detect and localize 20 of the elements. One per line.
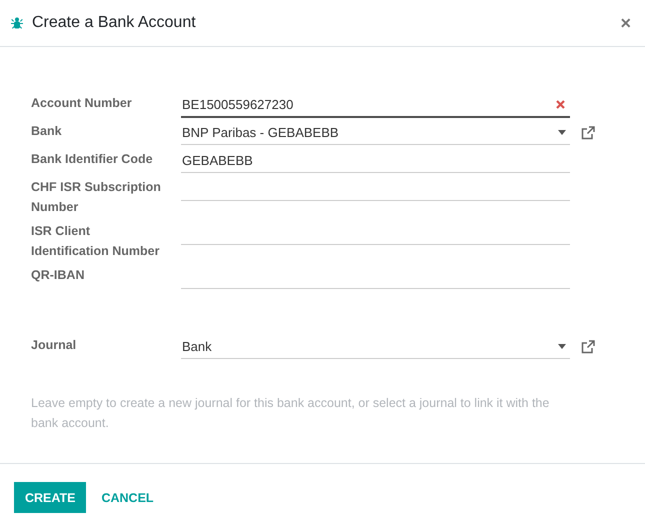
field-label: CHF ISR Subscription Number xyxy=(31,179,162,216)
field-label: Bank Identifier Code xyxy=(31,151,154,168)
caret-icon[interactable] xyxy=(558,344,566,349)
close-button[interactable]: × xyxy=(616,12,635,34)
field-label: QR-IBAN xyxy=(31,267,86,284)
field-label: Account Number xyxy=(31,95,133,112)
external-link-icon[interactable] xyxy=(581,126,595,140)
input-field[interactable]: GEBABEBB xyxy=(181,149,570,173)
dialog-title: Create a Bank Account xyxy=(32,14,197,32)
field-label: Journal xyxy=(31,337,78,354)
dropdown-field[interactable]: Bank xyxy=(181,335,570,359)
clear-icon[interactable] xyxy=(556,100,565,109)
field-label: Bank xyxy=(31,123,63,140)
dropdown-field[interactable]: BNP Paribas - GEBABEBB xyxy=(181,121,570,145)
caret-icon[interactable] xyxy=(558,130,566,135)
external-link-icon[interactable] xyxy=(581,340,595,354)
bug-icon xyxy=(11,17,23,29)
help-text: Leave empty to create a new journal for this bank account, or select a journal to link it with the bank account. xyxy=(31,395,550,432)
input-field[interactable]: BE1500559627230 xyxy=(181,93,570,118)
field-label: ISR Client Identification Number xyxy=(31,223,160,260)
